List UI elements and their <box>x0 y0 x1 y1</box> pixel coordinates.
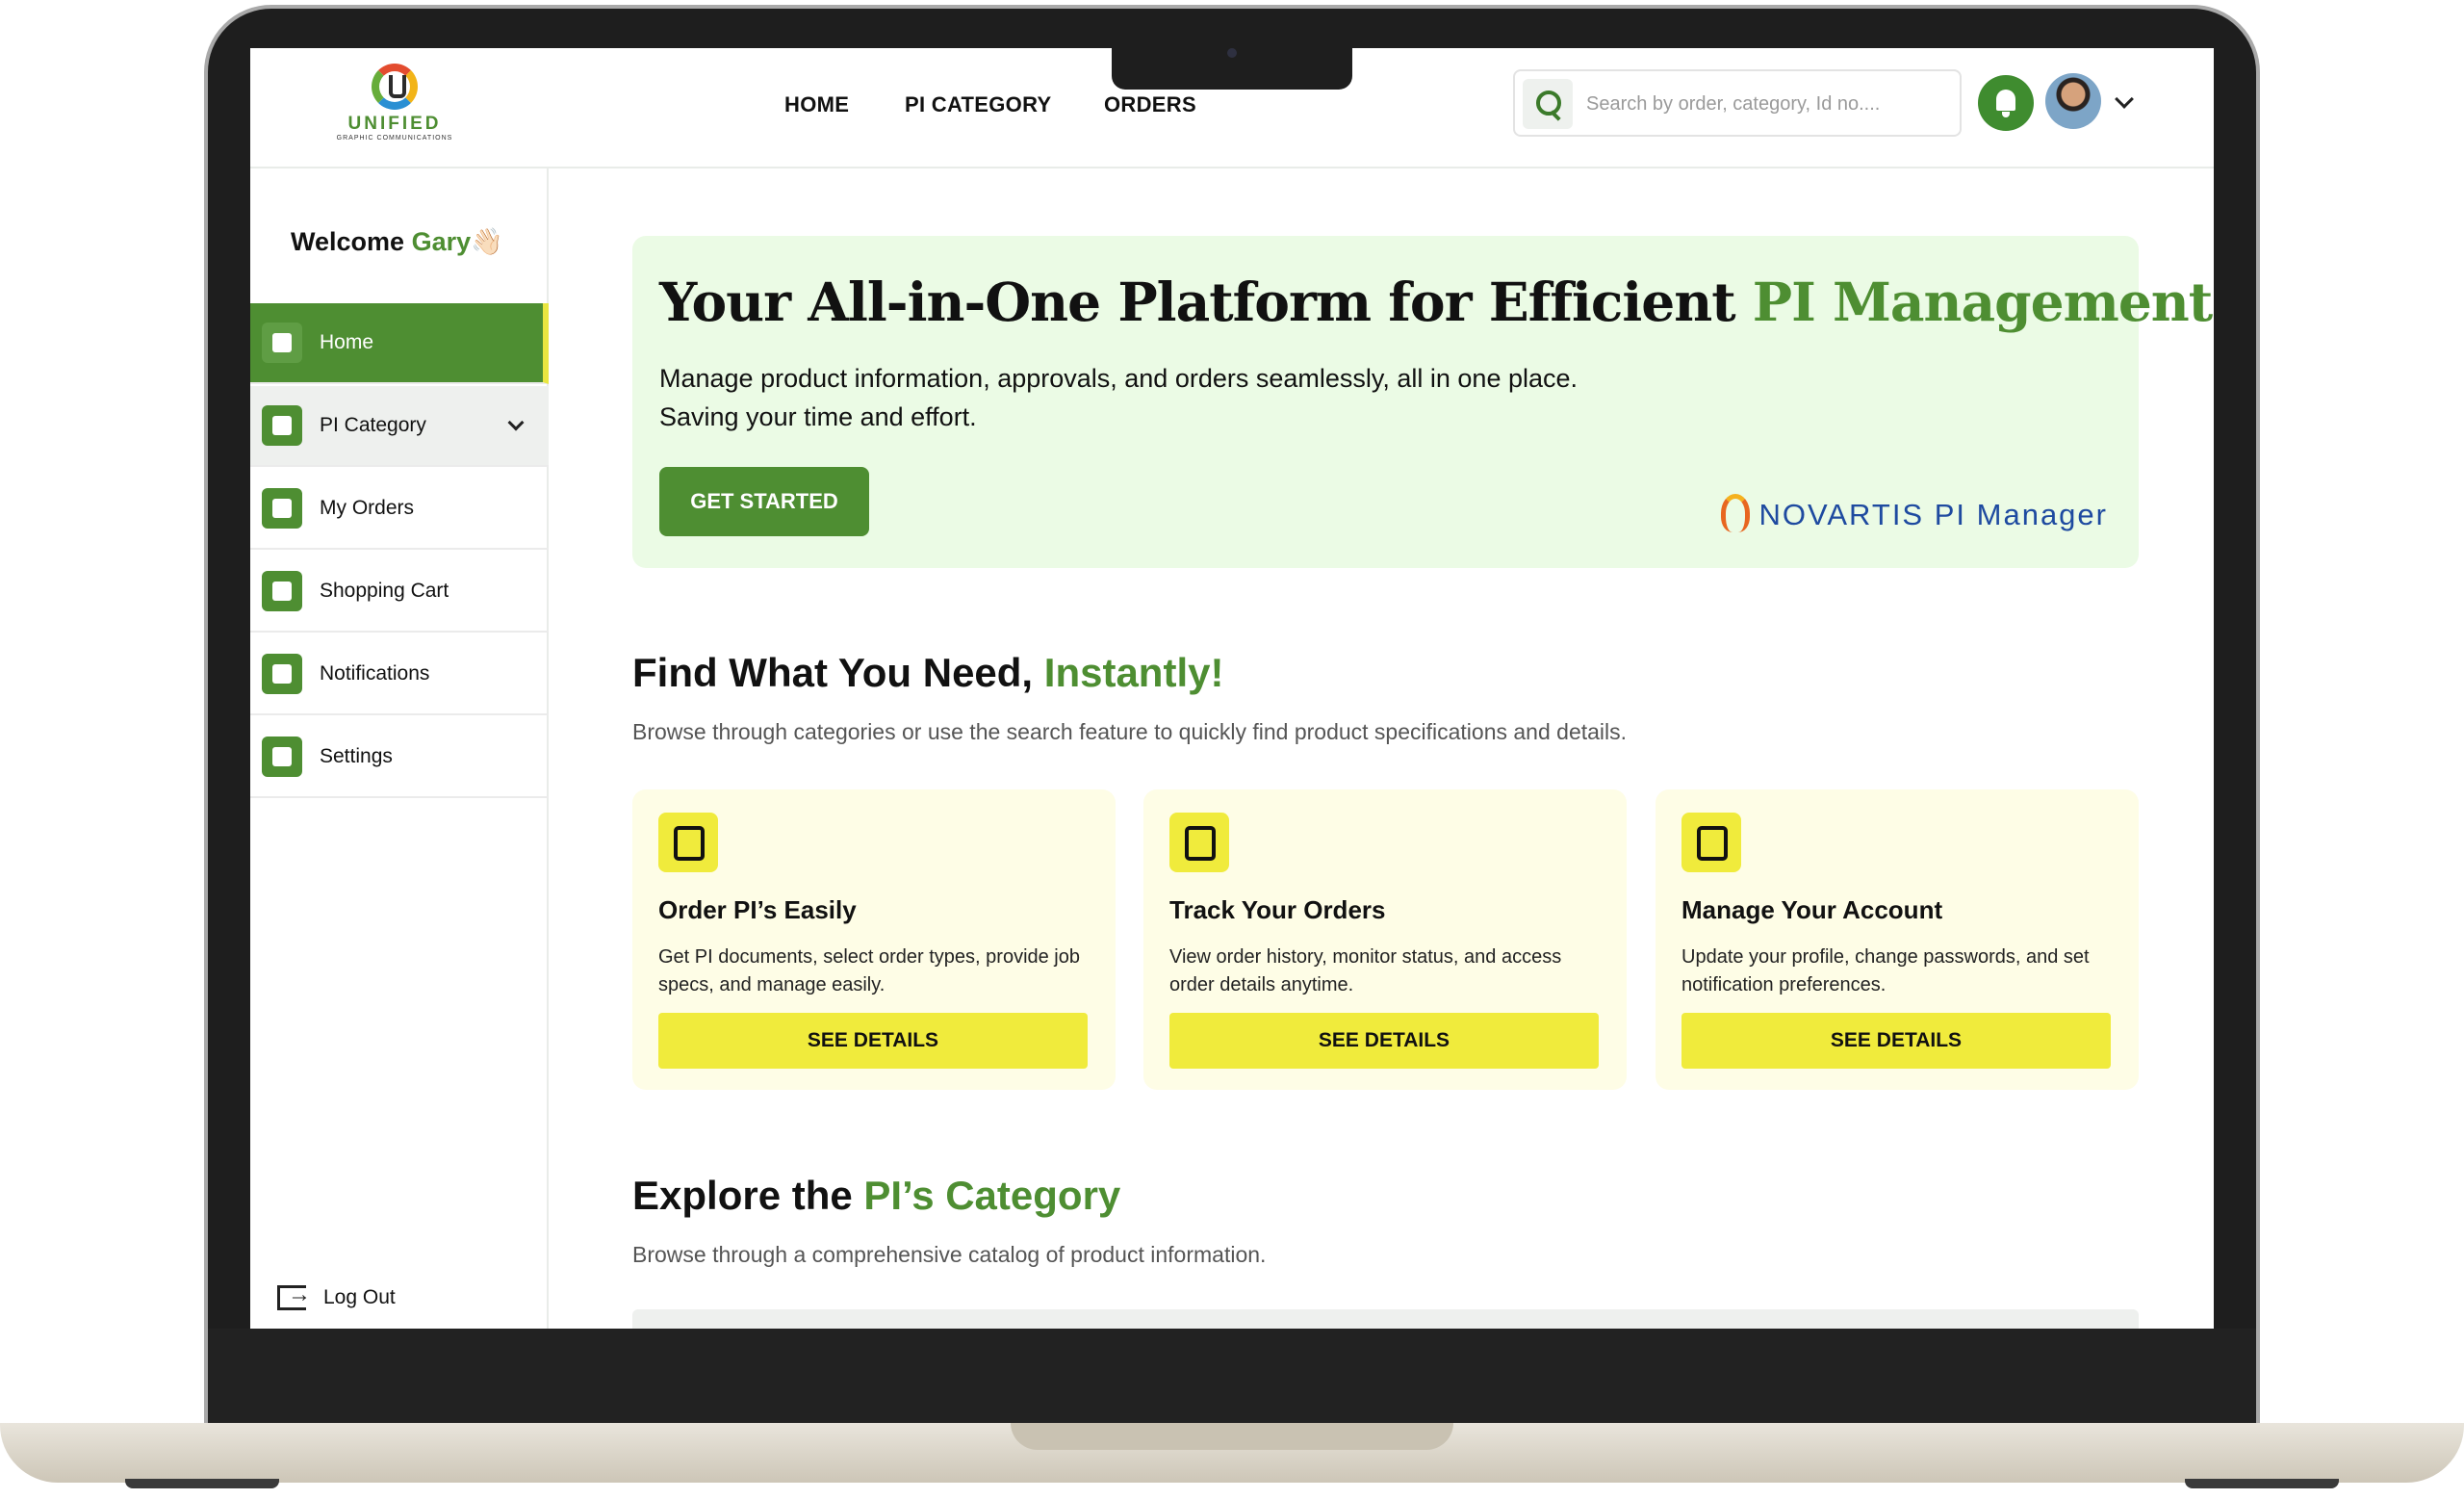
hero-title-main: Your All-in-One Platform for Efficient <box>659 271 1753 333</box>
card-title: Manage Your Account <box>1681 895 1943 924</box>
explore-section-title: Explore the PI’s Category <box>632 1173 1120 1219</box>
card-title: Track Your Orders <box>1169 895 1386 924</box>
search-input[interactable] <box>1586 85 1952 123</box>
laptop-foot-left <box>125 1479 279 1488</box>
card-description: Update your profile, change passwords, a… <box>1681 946 2090 995</box>
find-title-accent: Instantly! <box>1043 650 1224 695</box>
cart-icon <box>262 571 302 611</box>
laptop-foot-right <box>2185 1479 2339 1488</box>
feature-card-track: Track Your Orders View order history, mo… <box>1143 789 1627 1090</box>
logo-mark-icon <box>372 64 418 110</box>
company-logo[interactable]: UNIFIED GRAPHIC COMMUNICATIONS <box>327 64 462 155</box>
wave-emoji-icon: 👋🏻 <box>471 227 503 256</box>
card-description: View order history, monitor status, and … <box>1169 946 1562 995</box>
hero-banner: Your All-in-One Platform for Efficient P… <box>632 236 2213 568</box>
card-title: Order PI’s Easily <box>658 895 857 924</box>
search-box <box>1513 69 1962 137</box>
camera-icon <box>1227 48 1237 58</box>
sidebar-item-settings[interactable]: Settings <box>250 717 549 798</box>
find-section-title: Find What You Need, Instantly! <box>632 650 1223 696</box>
see-details-button[interactable]: SEE DETAILS <box>658 1013 1088 1069</box>
clipboard-icon <box>658 813 718 872</box>
logout-label: Log Out <box>323 1286 396 1308</box>
settings-icon <box>1681 813 1741 872</box>
see-details-button[interactable]: SEE DETAILS <box>1681 1013 2111 1069</box>
bell-icon <box>262 654 302 694</box>
logo-name: UNIFIED <box>347 114 442 134</box>
laptop-base-notch <box>1011 1423 1453 1450</box>
sidebar-item-my-orders[interactable]: My Orders <box>250 469 549 550</box>
welcome-name: Gary <box>411 227 472 256</box>
welcome-text: Welcome Gary👋🏻 <box>291 226 503 257</box>
sidebar: Welcome Gary👋🏻 Home PI Category My Order… <box>250 168 549 1329</box>
category-list-preview <box>632 1309 2139 1329</box>
search-icon[interactable] <box>1523 79 1573 129</box>
sidebar-item-label: Settings <box>320 745 393 767</box>
app-screen: UNIFIED GRAPHIC COMMUNICATIONS HOME PI C… <box>250 48 2214 1329</box>
notification-bell-icon[interactable] <box>1978 75 2034 131</box>
welcome-prefix: Welcome <box>291 227 412 256</box>
novartis-brand: NOVARTIS PI Manager <box>1720 494 2109 532</box>
laptop-chin <box>208 1329 2256 1425</box>
sidebar-item-label: Shopping Cart <box>320 580 449 602</box>
sidebar-item-shopping-cart[interactable]: Shopping Cart <box>250 552 549 633</box>
sidebar-item-label: Notifications <box>320 662 430 685</box>
logout-button[interactable]: Log Out <box>277 1281 396 1310</box>
layers-icon <box>262 488 302 529</box>
feature-card-account: Manage Your Account Update your profile,… <box>1656 789 2139 1090</box>
explore-section-description: Browse through a comprehensive catalog o… <box>632 1242 1267 1267</box>
logo-subtitle: GRAPHIC COMMUNICATIONS <box>336 135 453 142</box>
sidebar-item-label: My Orders <box>320 497 415 519</box>
explore-title-accent: PI’s Category <box>863 1173 1121 1218</box>
feature-card-order: Order PI’s Easily Get PI documents, sele… <box>632 789 1116 1090</box>
hero-title-accent: PI Management <box>1752 271 2213 333</box>
nav-home[interactable]: HOME <box>784 92 849 117</box>
camera-notch <box>1112 39 1352 90</box>
chevron-down-icon[interactable] <box>2115 90 2134 109</box>
gear-icon <box>262 737 302 777</box>
find-title-main: Find What You Need, <box>632 650 1044 695</box>
nav-pi-category[interactable]: PI CATEGORY <box>905 92 1051 117</box>
sidebar-item-label: Home <box>320 331 374 353</box>
chevron-down-icon[interactable] <box>507 414 525 431</box>
explore-title-main: Explore the <box>632 1173 864 1218</box>
sidebar-item-notifications[interactable]: Notifications <box>250 634 549 715</box>
see-details-button[interactable]: SEE DETAILS <box>1169 1013 1599 1069</box>
logout-icon <box>277 1281 311 1310</box>
hero-description: Manage product information, approvals, a… <box>659 364 1578 431</box>
user-circle-icon <box>262 405 302 446</box>
hero-title: Your All-in-One Platform for Efficient P… <box>659 271 2213 333</box>
sidebar-item-pi-category[interactable]: PI Category <box>250 386 549 467</box>
get-started-button[interactable]: GET STARTED <box>659 467 869 536</box>
brand-product: PI Manager <box>1934 498 2108 531</box>
nav-orders[interactable]: ORDERS <box>1104 92 1196 117</box>
sidebar-item-label: PI Category <box>320 414 426 436</box>
target-icon <box>1169 813 1229 872</box>
card-description: Get PI documents, select order types, pr… <box>658 946 1080 995</box>
brand-name: NOVARTIS <box>1758 498 1925 531</box>
sidebar-item-home[interactable]: Home <box>250 303 549 384</box>
avatar[interactable] <box>2045 73 2101 129</box>
find-section-description: Browse through categories or use the sea… <box>632 719 1628 744</box>
home-icon <box>262 323 302 363</box>
novartis-logo-icon <box>1720 494 1750 532</box>
